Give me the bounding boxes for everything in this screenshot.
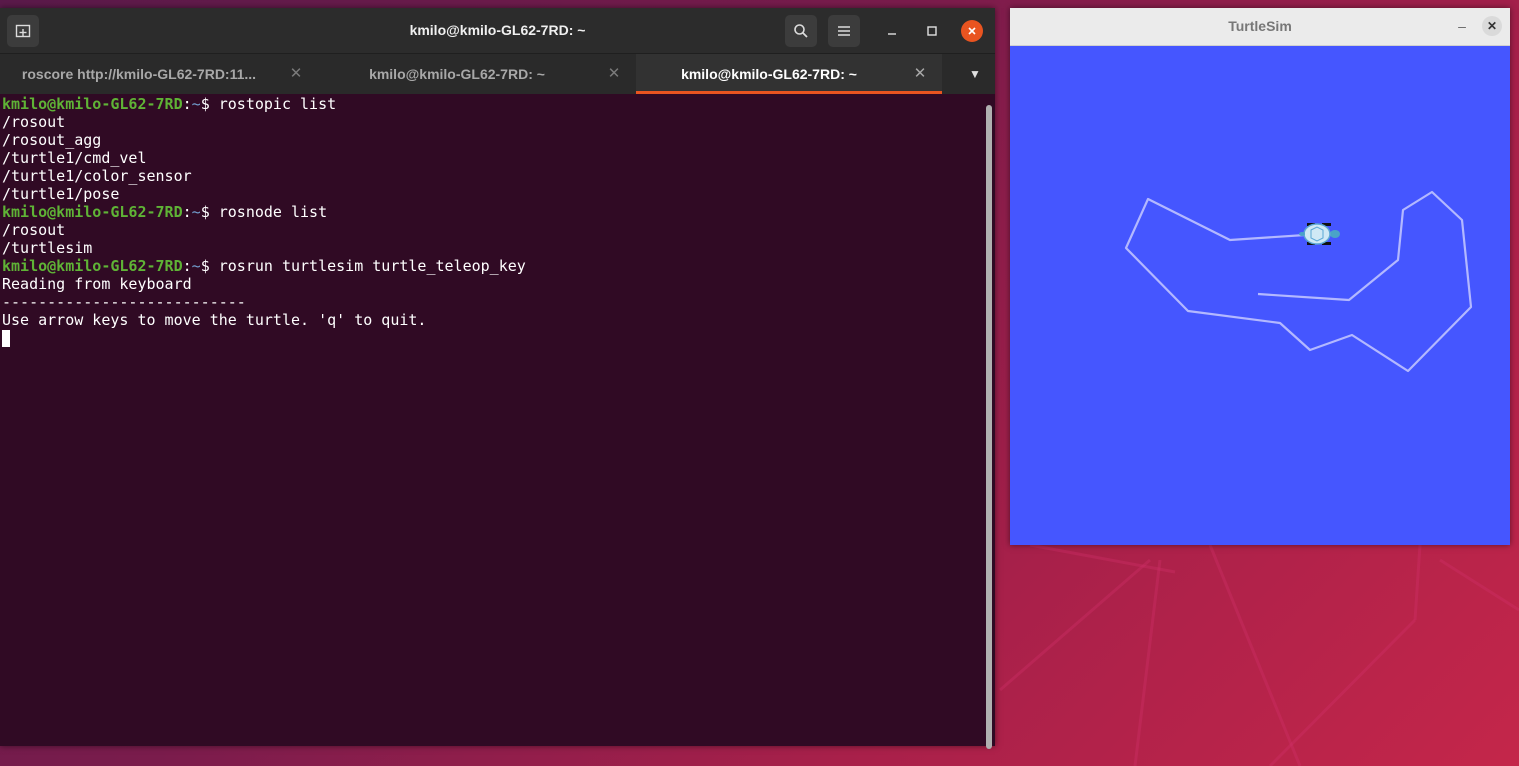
active-tab-indicator	[636, 91, 942, 94]
terminal-cursor	[2, 330, 10, 347]
turtlesim-close-button[interactable]: ✕	[1482, 16, 1502, 36]
maximize-button[interactable]	[921, 20, 943, 42]
terminal-cursor-line	[0, 329, 985, 347]
close-button[interactable]	[961, 20, 983, 42]
tab-close-icon[interactable]: ✕	[602, 54, 626, 94]
search-button[interactable]	[785, 15, 817, 47]
close-icon	[968, 27, 976, 35]
prompt-separator: :	[182, 257, 192, 275]
tab-terminal-3[interactable]: kmilo@kmilo-GL62-7RD: ~ ✕	[636, 54, 942, 94]
terminal-header-bar: kmilo@kmilo-GL62-7RD: ~	[0, 8, 995, 54]
prompt-symbol: $	[200, 203, 219, 221]
terminal-output-line: Use arrow keys to move the turtle. 'q' t…	[2, 311, 427, 329]
terminal-output-line: /turtle1/cmd_vel	[2, 149, 147, 167]
terminal-output-line: /turtle1/color_sensor	[2, 167, 192, 185]
terminal-command-line: kmilo@kmilo-GL62-7RD:~$ rostopic list	[0, 95, 985, 113]
prompt-separator: :	[182, 95, 192, 113]
terminal-output-line: /rosout	[2, 221, 66, 239]
tab-terminal-2[interactable]: kmilo@kmilo-GL62-7RD: ~ ✕	[318, 54, 636, 94]
maximize-icon	[927, 26, 937, 36]
tab-list-dropdown[interactable]: ▼	[965, 54, 985, 94]
terminal-output-line: /rosout_agg	[2, 131, 102, 149]
tab-label: kmilo@kmilo-GL62-7RD: ~	[369, 66, 545, 82]
terminal-output-line: ---------------------------	[2, 293, 246, 311]
tab-label: roscore http://kmilo-GL62-7RD:11...	[21, 66, 257, 82]
prompt-separator: :	[182, 203, 192, 221]
tab-close-icon[interactable]: ✕	[908, 54, 932, 94]
search-icon	[794, 24, 808, 38]
prompt-user: kmilo@kmilo-GL62-7RD	[2, 257, 183, 275]
terminal-scrollbar[interactable]	[986, 105, 992, 749]
minimize-button[interactable]	[881, 20, 903, 42]
terminal-output-line: Reading from keyboard	[2, 275, 192, 293]
terminal-command-line: kmilo@kmilo-GL62-7RD:~$ rosnode list	[0, 203, 985, 221]
chevron-down-icon: ▼	[969, 67, 981, 81]
command-text: rostopic list	[218, 95, 337, 113]
prompt-symbol: $	[200, 257, 219, 275]
close-icon: ✕	[1486, 19, 1498, 33]
terminal-output-line: /rosout	[2, 113, 66, 131]
turtlesim-header-bar: TurtleSim – ✕	[1010, 8, 1510, 46]
minimize-icon	[888, 33, 896, 35]
command-text: rosrun turtlesim turtle_teleop_key	[218, 257, 526, 275]
hamburger-menu-icon	[838, 26, 850, 36]
terminal-output-line: /turtle1/pose	[2, 185, 120, 203]
tab-label: kmilo@kmilo-GL62-7RD: ~	[681, 66, 857, 82]
terminal-output-line: /turtlesim	[2, 239, 93, 257]
tab-close-icon[interactable]: ✕	[284, 54, 308, 94]
prompt-user: kmilo@kmilo-GL62-7RD	[2, 95, 183, 113]
turtlesim-canvas	[1010, 46, 1510, 545]
tab-roscore[interactable]: roscore http://kmilo-GL62-7RD:11... ✕	[0, 54, 318, 94]
menu-button[interactable]	[828, 15, 860, 47]
prompt-path: ~	[191, 203, 201, 221]
terminal-window: kmilo@kmilo-GL62-7RD: ~ roscore http://k…	[0, 8, 995, 749]
turtlesim-minimize-button[interactable]: –	[1452, 16, 1472, 36]
turtlesim-window: TurtleSim – ✕	[1010, 8, 1510, 545]
command-text: rosnode list	[218, 203, 328, 221]
prompt-path: ~	[191, 95, 201, 113]
prompt-user: kmilo@kmilo-GL62-7RD	[2, 203, 183, 221]
turtlesim-title: TurtleSim	[1228, 18, 1292, 34]
terminal-tab-bar: roscore http://kmilo-GL62-7RD:11... ✕ km…	[0, 54, 995, 94]
minimize-icon: –	[1458, 18, 1466, 34]
prompt-path: ~	[191, 257, 201, 275]
terminal-output[interactable]: kmilo@kmilo-GL62-7RD:~$ rostopic list/ro…	[0, 95, 985, 745]
terminal-command-line: kmilo@kmilo-GL62-7RD:~$ rosrun turtlesim…	[0, 257, 985, 275]
prompt-symbol: $	[200, 95, 219, 113]
